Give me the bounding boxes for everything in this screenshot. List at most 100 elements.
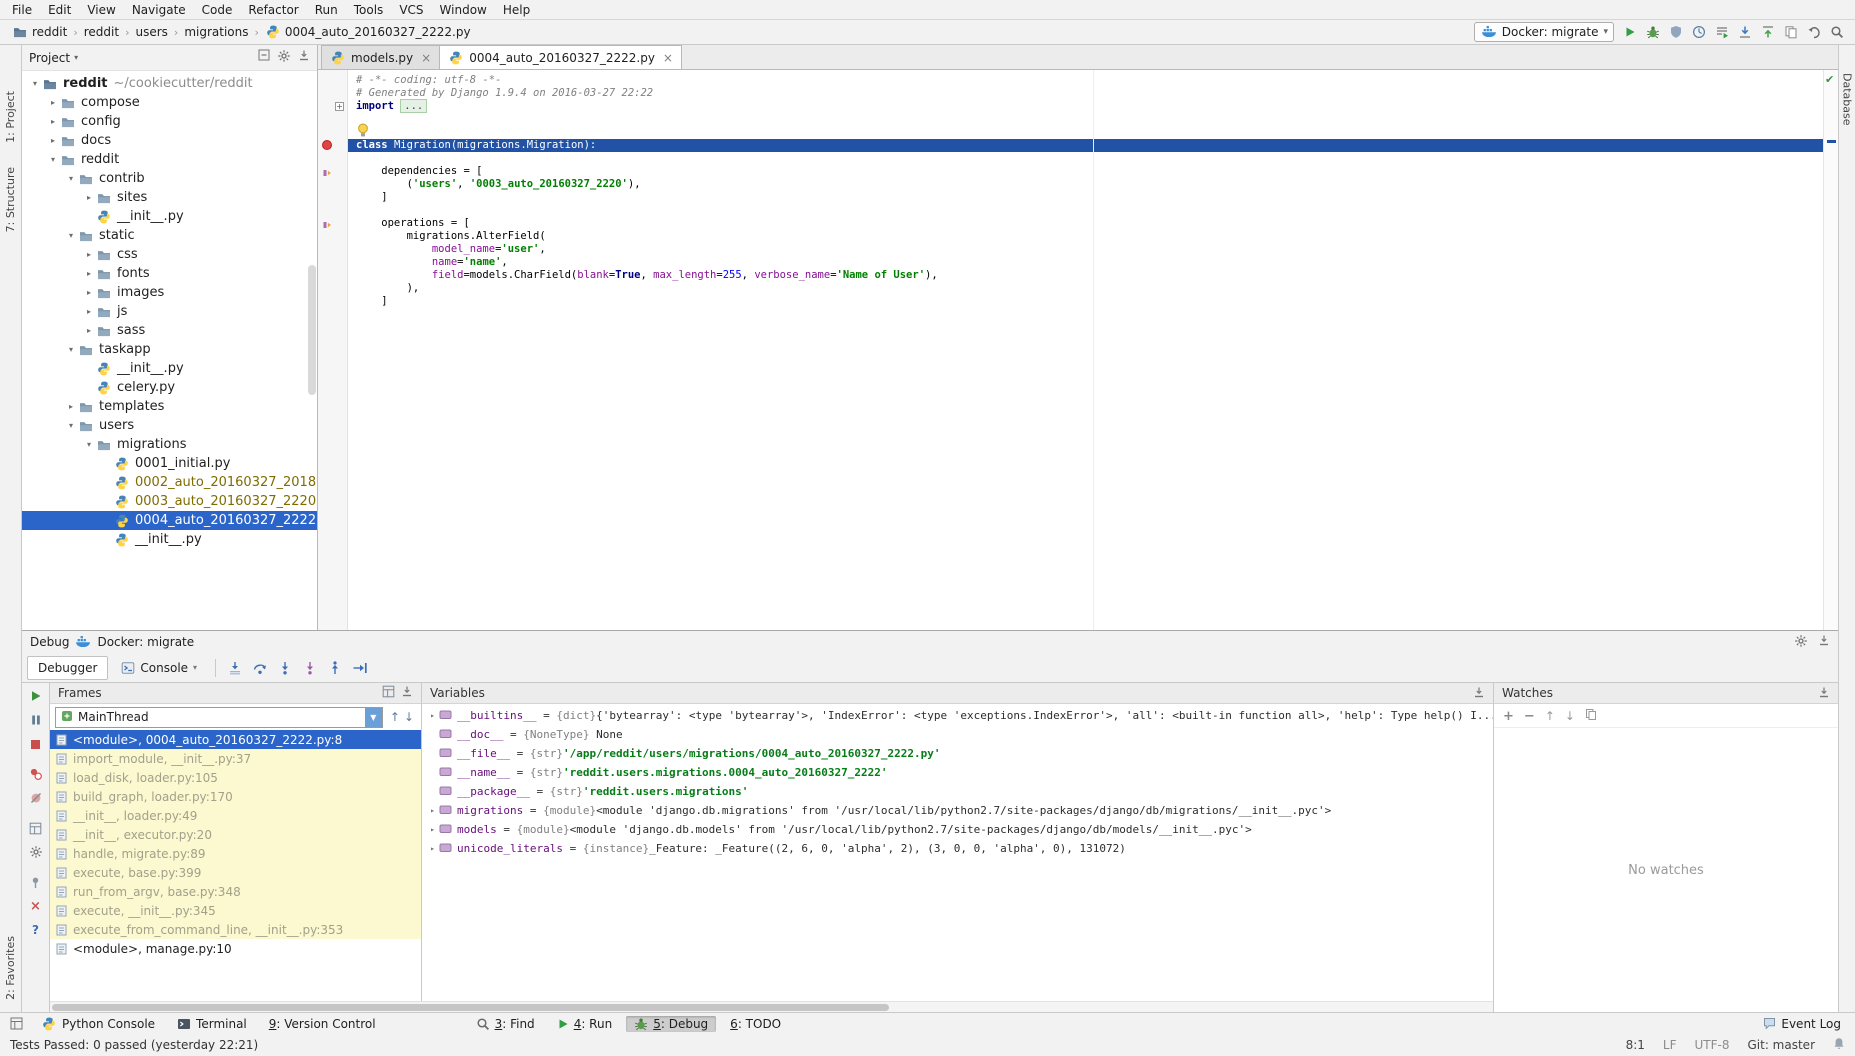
move-down-watch-button[interactable]: ↓: [1565, 709, 1575, 723]
code-line[interactable]: [348, 126, 1823, 139]
code-line[interactable]: field=models.CharField(blank=True, max_l…: [348, 269, 1823, 282]
variable-row[interactable]: ▸models = {module}<module 'django.db.mod…: [422, 820, 1493, 839]
code-line[interactable]: ]: [348, 295, 1823, 308]
expand-icon[interactable]: ▸: [426, 844, 439, 853]
chevron-right-icon[interactable]: ▸: [82, 307, 96, 316]
code-editor[interactable]: # -*- coding: utf-8 -*-# Generated by Dj…: [348, 70, 1823, 630]
tree-item[interactable]: __init__.py: [22, 530, 317, 549]
fold-expand-icon[interactable]: +: [335, 102, 344, 111]
tool-stripe-button-structure[interactable]: 7: Structure: [4, 155, 17, 244]
breadcrumb-item[interactable]: reddit: [8, 23, 71, 41]
tree-item[interactable]: ▸config: [22, 112, 317, 131]
variable-row[interactable]: __doc__ = {NoneType} None: [422, 725, 1493, 744]
breadcrumb-item[interactable]: reddit: [80, 24, 123, 40]
tree-item[interactable]: ▸sites: [22, 188, 317, 207]
breadcrumb-item[interactable]: users: [131, 24, 171, 40]
chevron-right-icon[interactable]: ▸: [82, 193, 96, 202]
tree-item[interactable]: ▸sass: [22, 321, 317, 340]
variable-row[interactable]: __name__ = {str}'reddit.users.migrations…: [422, 763, 1493, 782]
show-execution-point-button[interactable]: [223, 657, 246, 679]
exec-line-stripe-mark[interactable]: [1827, 140, 1836, 143]
variable-row[interactable]: __file__ = {str}'/app/reddit/users/migra…: [422, 744, 1493, 763]
chevron-down-icon[interactable]: ▾: [64, 345, 78, 354]
move-up-watch-button[interactable]: ↑: [1545, 709, 1555, 723]
tree-item[interactable]: ▸templates: [22, 397, 317, 416]
frame-row[interactable]: __init__, executor.py:20: [50, 825, 421, 844]
tree-item[interactable]: 0001_initial.py: [22, 454, 317, 473]
pause-button[interactable]: [27, 712, 45, 728]
step-over-button[interactable]: [248, 657, 271, 679]
view-breakpoints-button[interactable]: [27, 766, 45, 782]
toolwindow-button[interactable]: 9: Version Control: [261, 1016, 384, 1032]
menu-tools[interactable]: Tools: [346, 2, 392, 18]
tree-item[interactable]: ▾contrib: [22, 169, 317, 188]
coverage-button[interactable]: [1665, 22, 1686, 43]
frame-row[interactable]: run_from_argv, base.py:348: [50, 882, 421, 901]
code-line[interactable]: [348, 113, 1823, 126]
execution-line[interactable]: class Migration(migrations.Migration):: [348, 139, 1823, 152]
status-widget[interactable]: UTF-8: [1695, 1038, 1730, 1052]
tree-item[interactable]: ▸compose: [22, 93, 317, 112]
frame-row[interactable]: load_disk, loader.py:105: [50, 768, 421, 787]
intention-bulb-icon[interactable]: [357, 123, 369, 142]
debug-button[interactable]: [1642, 22, 1663, 43]
restore-layout-button[interactable]: [27, 820, 45, 836]
previous-frame-button[interactable]: ↑: [388, 710, 402, 724]
project-collapse-all-button[interactable]: [258, 49, 270, 66]
frame-row[interactable]: __init__, loader.py:49: [50, 806, 421, 825]
settings-button[interactable]: [27, 844, 45, 860]
tree-item[interactable]: ▾reddit~/cookiecutter/reddit: [22, 74, 317, 93]
menu-run[interactable]: Run: [307, 2, 346, 18]
menu-refactor[interactable]: Refactor: [240, 2, 306, 18]
tree-item[interactable]: ▸docs: [22, 131, 317, 150]
stop-button[interactable]: [27, 736, 45, 752]
tree-item[interactable]: 0003_auto_20160327_2220.py: [22, 492, 317, 511]
scrollbar-thumb[interactable]: [52, 1004, 889, 1011]
menu-view[interactable]: View: [79, 2, 123, 18]
step-out-button[interactable]: [323, 657, 346, 679]
rollback-button[interactable]: [1803, 22, 1824, 43]
chevron-right-icon[interactable]: ▸: [46, 117, 60, 126]
code-line[interactable]: ]: [348, 191, 1823, 204]
variable-row[interactable]: __package__ = {str}'reddit.users.migrati…: [422, 782, 1493, 801]
code-line[interactable]: operations = [: [348, 217, 1823, 230]
frame-row[interactable]: execute, __init__.py:345: [50, 901, 421, 920]
tree-item[interactable]: __init__.py: [22, 207, 317, 226]
chevron-down-icon[interactable]: ▾: [46, 155, 60, 164]
mute-breakpoints-button[interactable]: [27, 790, 45, 806]
chevron-down-icon[interactable]: ▾: [64, 231, 78, 240]
chevron-right-icon[interactable]: ▸: [82, 250, 96, 259]
variables-hide-button[interactable]: [1473, 686, 1485, 701]
debug-settings-button[interactable]: [1794, 634, 1808, 651]
vcs-commit-button[interactable]: [1757, 22, 1778, 43]
chevron-right-icon[interactable]: ▸: [82, 326, 96, 335]
menu-help[interactable]: Help: [495, 2, 538, 18]
project-tree-scrollbar[interactable]: [308, 265, 316, 395]
frame-row[interactable]: <module>, manage.py:10: [50, 939, 421, 958]
code-line[interactable]: ),: [348, 282, 1823, 295]
status-widget[interactable]: Git: master: [1747, 1038, 1815, 1052]
code-line[interactable]: # Generated by Django 1.9.4 on 2016-03-2…: [348, 87, 1823, 100]
expand-icon[interactable]: ▸: [426, 711, 439, 720]
run-button[interactable]: [1619, 22, 1640, 43]
toolwindow-button[interactable]: Terminal: [169, 1016, 255, 1032]
remove-watch-button[interactable]: −: [1524, 709, 1535, 723]
toolwindow-button[interactable]: Python Console: [33, 1015, 163, 1033]
close-tab-icon[interactable]: ×: [421, 51, 431, 65]
frames-hide-button[interactable]: [401, 685, 413, 701]
code-line[interactable]: migrations.AlterField(: [348, 230, 1823, 243]
chevron-right-icon[interactable]: ▸: [82, 269, 96, 278]
menu-file[interactable]: File: [4, 2, 40, 18]
tree-item[interactable]: ▾migrations: [22, 435, 317, 454]
profiler-button[interactable]: [1688, 22, 1709, 43]
tree-item[interactable]: celery.py: [22, 378, 317, 397]
tree-item[interactable]: ▾taskapp: [22, 340, 317, 359]
project-hide-button[interactable]: [298, 49, 310, 66]
code-line[interactable]: [348, 152, 1823, 165]
step-into-button[interactable]: [273, 657, 296, 679]
menu-edit[interactable]: Edit: [40, 2, 79, 18]
expand-icon[interactable]: ▸: [426, 806, 439, 815]
chevron-right-icon[interactable]: ▸: [46, 98, 60, 107]
vcs-update-button[interactable]: [1734, 22, 1755, 43]
toolwindow-button[interactable]: 6: TODO: [722, 1016, 789, 1032]
